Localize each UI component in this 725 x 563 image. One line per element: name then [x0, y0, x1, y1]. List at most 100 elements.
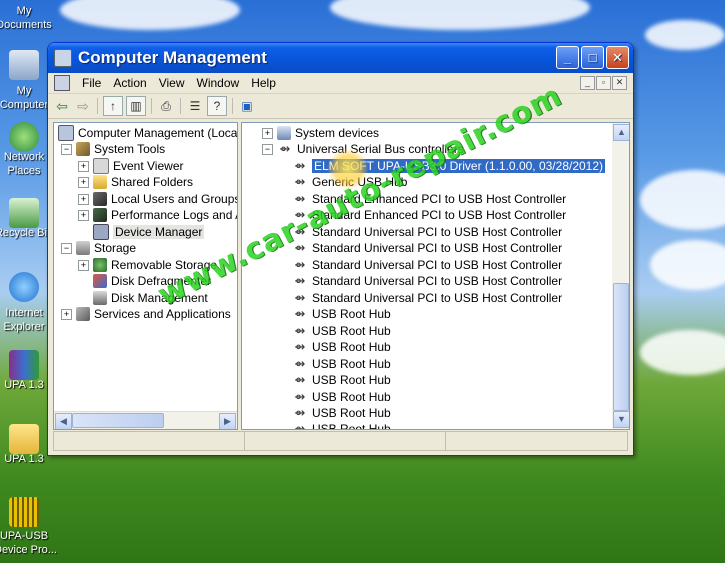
toolbar-separator — [151, 98, 152, 114]
desktop-icon-my-documents[interactable]: My Documents — [0, 4, 54, 32]
maximize-button[interactable]: □ — [581, 46, 604, 69]
show-hide-tree-icon[interactable]: ▥ — [126, 96, 146, 116]
tree-item-local-users-groups[interactable]: + Local Users and Groups — [78, 191, 238, 207]
scroll-thumb[interactable] — [613, 283, 629, 411]
menu-help[interactable]: Help — [245, 76, 282, 90]
expand-icon[interactable]: + — [262, 127, 273, 139]
left-horizontal-scrollbar[interactable]: ◀ ▶ — [54, 411, 237, 429]
expand-icon[interactable]: + — [78, 160, 89, 172]
device-label: USB Root Hub — [312, 307, 391, 321]
menu-file[interactable]: File — [76, 76, 107, 90]
up-folder-icon[interactable]: ↑ — [103, 96, 123, 116]
tree-item-shared-folders[interactable]: + Shared Folders — [78, 174, 193, 190]
scroll-up-button[interactable]: ▲ — [613, 124, 629, 141]
title-bar[interactable]: Computer Management _ □ ✕ — [48, 43, 633, 73]
expand-icon[interactable]: + — [78, 193, 89, 205]
scroll-down-button[interactable]: ▼ — [613, 411, 629, 428]
expand-icon[interactable]: + — [78, 259, 89, 271]
device-row[interactable]: ⇴ USB Root Hub — [292, 372, 391, 388]
mdi-restore-button[interactable]: ▫ — [596, 76, 611, 90]
expand-icon[interactable]: + — [78, 209, 89, 221]
device-row[interactable]: ⇴ USB Root Hub — [292, 323, 391, 339]
tree-item-label: Performance Logs and A — [111, 208, 238, 222]
desktop-icon-label: UPA 1.3 — [4, 453, 44, 465]
desktop-icon-label: My Documents — [0, 5, 52, 31]
mdi-controls: _ ▫ ✕ — [580, 76, 627, 90]
properties-icon[interactable]: ☰ — [186, 97, 204, 115]
removable-storage-icon — [93, 258, 107, 272]
storage-icon — [76, 241, 90, 255]
folder-icon — [9, 424, 39, 454]
usb-icon: ⇴ — [294, 257, 306, 272]
device-row[interactable]: ⇴ Standard Universal PCI to USB Host Con… — [292, 273, 563, 289]
internet-explorer-icon — [9, 272, 39, 302]
scan-hardware-icon[interactable]: ▣ — [238, 97, 256, 115]
device-row[interactable]: ⇴ Standard Universal PCI to USB Host Con… — [292, 257, 563, 273]
menu-window[interactable]: Window — [191, 76, 246, 90]
forward-arrow-icon[interactable]: ⇨ — [74, 97, 92, 115]
usb-icon: ⇴ — [294, 158, 306, 173]
tree-item-label: Computer Management (Local — [78, 126, 238, 140]
menu-action[interactable]: Action — [107, 76, 152, 90]
cloud — [60, 0, 240, 30]
tree-item-system-devices[interactable]: + System devices — [262, 125, 379, 141]
minimize-button[interactable]: _ — [556, 46, 579, 69]
desktop-icon-my-computer[interactable]: My Computer — [0, 50, 54, 112]
defragmenter-icon — [93, 274, 107, 288]
device-row[interactable]: ⇴ USB Root Hub — [292, 405, 391, 421]
print-icon[interactable]: ⎙ — [157, 97, 175, 115]
tree-item-label: System Tools — [94, 142, 166, 156]
tree-item-device-manager[interactable]: Device Manager — [78, 224, 205, 240]
usb-icon: ⇴ — [294, 290, 306, 305]
window-title: Computer Management — [78, 48, 267, 67]
collapse-icon[interactable]: − — [262, 143, 273, 155]
scroll-thumb[interactable] — [72, 413, 164, 428]
device-row[interactable]: ⇴ USB Root Hub — [292, 306, 391, 322]
expand-icon[interactable]: + — [78, 176, 89, 188]
system-devices-icon — [277, 126, 291, 140]
menu-view[interactable]: View — [153, 76, 191, 90]
device-label: USB Root Hub — [312, 406, 391, 420]
computer-management-icon — [54, 49, 72, 67]
collapse-icon[interactable]: − — [61, 143, 72, 155]
collapse-icon[interactable]: − — [61, 242, 72, 254]
back-arrow-icon[interactable]: ⇦ — [53, 97, 71, 115]
desktop-icon-label: My Computer — [0, 85, 49, 111]
usb-icon: ⇴ — [294, 273, 306, 288]
tree-item-system-tools[interactable]: − System Tools — [61, 141, 165, 157]
device-row[interactable]: ⇴ USB Root Hub — [292, 421, 391, 430]
close-button[interactable]: ✕ — [606, 46, 629, 69]
desktop-icon-network-places[interactable]: Network Places — [0, 122, 54, 178]
desktop-icon-upa-folder[interactable]: UPA 1.3 — [0, 424, 54, 466]
archive-icon — [9, 350, 39, 380]
device-row[interactable]: ⇴ Standard Universal PCI to USB Host Con… — [292, 290, 563, 306]
expand-icon[interactable]: + — [61, 308, 72, 320]
tree-item-label: Local Users and Groups — [111, 192, 238, 206]
tree-item-computer-management[interactable]: Computer Management (Local — [58, 125, 238, 141]
device-manager-icon — [93, 224, 109, 240]
status-bar — [53, 431, 628, 451]
mdi-minimize-button[interactable]: _ — [580, 76, 595, 90]
right-vertical-scrollbar[interactable]: ▲ ▼ — [612, 123, 629, 429]
device-row[interactable]: ⇴ Standard Universal PCI to USB Host Con… — [292, 240, 563, 256]
tree-item-performance-logs[interactable]: + Performance Logs and A — [78, 207, 238, 223]
desktop-icon-recycle-bin[interactable]: Recycle Bin — [0, 198, 54, 240]
desktop-icon-internet-explorer[interactable]: Internet Explorer — [0, 272, 54, 334]
device-row[interactable]: ⇴ USB Root Hub — [292, 356, 391, 372]
desktop-icon-upa-archive[interactable]: UPA 1.3 — [0, 350, 54, 392]
status-cell — [54, 432, 245, 450]
device-label: USB Root Hub — [312, 422, 391, 430]
cloud — [330, 0, 590, 30]
desktop-icon-upa-usb-device[interactable]: UPA-USB Device Pro... — [0, 497, 57, 557]
scroll-right-button[interactable]: ▶ — [219, 413, 236, 429]
usb-icon: ⇴ — [294, 389, 306, 404]
scroll-left-button[interactable]: ◀ — [55, 413, 72, 429]
tree-item-services-applications[interactable]: + Services and Applications — [61, 306, 231, 322]
mmc-icon[interactable] — [54, 75, 70, 91]
mdi-close-button[interactable]: ✕ — [612, 76, 627, 90]
tree-item-storage[interactable]: − Storage — [61, 240, 136, 256]
device-row[interactable]: ⇴ USB Root Hub — [292, 339, 391, 355]
device-row[interactable]: ⇴ USB Root Hub — [292, 389, 391, 405]
tree-item-event-viewer[interactable]: + Event Viewer — [78, 158, 183, 174]
help-icon[interactable]: ? — [207, 96, 227, 116]
